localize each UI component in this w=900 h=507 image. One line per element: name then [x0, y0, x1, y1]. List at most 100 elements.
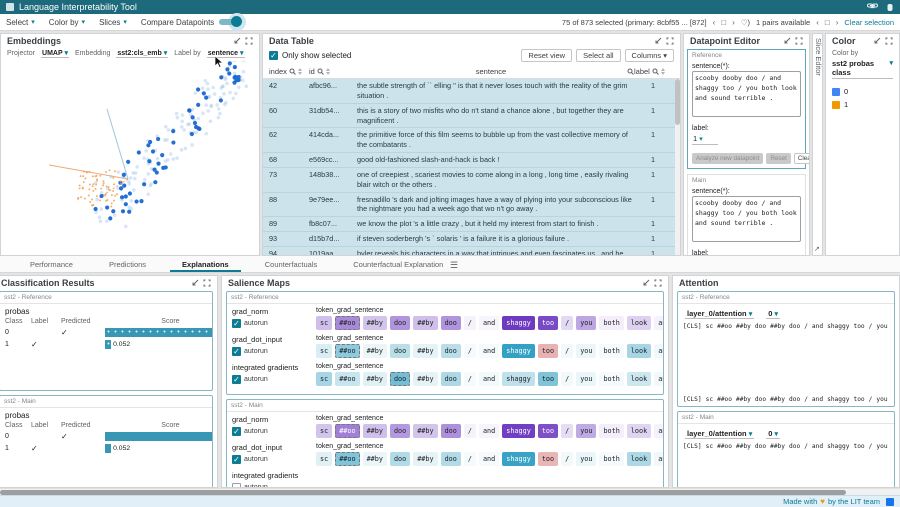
next-pair-icon[interactable]: › [836, 18, 839, 27]
search-icon[interactable] [289, 68, 296, 75]
salience-token[interactable]: you [576, 316, 596, 330]
salience-token[interactable]: and [479, 372, 499, 386]
salience-token[interactable]: look [627, 316, 651, 330]
minimize-icon[interactable] [654, 37, 662, 45]
attention-token[interactable]: doo [755, 443, 766, 450]
table-row[interactable]: 42afbc96...the subtle strength of `` ell… [263, 79, 680, 104]
salience-token[interactable]: doo [441, 372, 461, 386]
attention-token[interactable]: [CLS] [683, 443, 702, 450]
table-row[interactable]: 6031db54...this is a story of two misfit… [263, 104, 680, 129]
table-row[interactable]: 941019aa...byler reveals his characters … [263, 247, 680, 255]
maximize-icon[interactable] [654, 279, 662, 287]
clear-selection-link[interactable]: Clear selection [844, 18, 894, 27]
attention-token[interactable]: / [869, 323, 873, 330]
autorun-checkbox[interactable]: ✓ [232, 375, 241, 384]
autorun-control[interactable]: ✓autorun [232, 375, 316, 384]
minimize-icon[interactable] [642, 279, 650, 287]
autorun-checkbox[interactable]: ✓ [232, 347, 241, 356]
select-all-button[interactable]: Select all [576, 49, 620, 62]
horizontal-scrollbar[interactable] [0, 488, 900, 495]
attention-token[interactable]: doo [789, 323, 800, 330]
embedding-select[interactable]: sst2:cls_emb ▾ [116, 49, 168, 58]
salience-token[interactable]: shaggy [502, 452, 535, 466]
attention-token[interactable]: / [804, 396, 808, 403]
label-by-select[interactable]: sentence ▾ [207, 49, 245, 58]
lit-team-link[interactable]: by the LIT team [828, 497, 880, 506]
salience-token[interactable]: doo [390, 316, 410, 330]
salience-token[interactable]: ##by [413, 344, 437, 358]
slice-editor-collapsed[interactable]: Slice Editor ↗ [812, 33, 823, 256]
salience-token[interactable]: you [576, 372, 596, 386]
column-id[interactable]: id [309, 67, 357, 76]
attention-token[interactable]: shaggy [827, 323, 849, 330]
salience-token[interactable]: both [599, 424, 623, 438]
salience-token[interactable]: you [576, 424, 596, 438]
salience-token[interactable]: shaggy [502, 372, 535, 386]
autorun-checkbox[interactable]: ✓ [232, 319, 241, 328]
pair-icon[interactable]: □ [825, 18, 830, 27]
salience-token[interactable]: / [561, 372, 573, 386]
label-select[interactable]: 1 ▾ [692, 133, 718, 145]
salience-token[interactable]: ##by [413, 424, 437, 438]
next-datapoint-icon[interactable]: › [732, 18, 735, 27]
salience-token[interactable]: both [599, 372, 623, 386]
salience-token[interactable]: both [599, 344, 623, 358]
color-by-menu[interactable]: Color by▾ [49, 18, 85, 27]
layer-select[interactable]: layer_0/attention ▾ [685, 429, 754, 439]
column-label[interactable]: label [634, 67, 672, 76]
sort-icon[interactable] [298, 68, 302, 75]
attention-token[interactable]: too [853, 443, 864, 450]
attention-token[interactable]: ##by [736, 323, 751, 330]
bug-report-icon[interactable] [886, 3, 894, 12]
attention-token[interactable]: [CLS] [683, 396, 702, 403]
minimize-icon[interactable] [873, 37, 881, 45]
salience-token[interactable]: doo [390, 452, 410, 466]
table-scrollbar[interactable] [675, 79, 680, 255]
salience-token[interactable]: ##by [413, 316, 437, 330]
salience-token[interactable]: ##oo [335, 424, 359, 438]
salience-token[interactable]: doo [390, 372, 410, 386]
salience-token[interactable]: both [599, 316, 623, 330]
salience-token[interactable]: / [464, 344, 476, 358]
sentence-textarea[interactable] [692, 71, 801, 117]
salience-token[interactable]: look [627, 344, 651, 358]
salience-token[interactable]: / [561, 424, 573, 438]
attention-token[interactable]: you [876, 396, 887, 403]
prev-datapoint-icon[interactable]: ‹ [713, 18, 716, 27]
tab-counterfactuals[interactable]: Counterfactuals [247, 256, 336, 272]
toggle-switch[interactable] [217, 15, 243, 29]
attention-token[interactable]: doo [755, 396, 766, 403]
salience-token[interactable]: and [654, 424, 664, 438]
attention-token[interactable]: shaggy [827, 396, 849, 403]
minimize-icon[interactable] [233, 37, 241, 45]
maximize-icon[interactable] [795, 37, 803, 45]
salience-token[interactable]: shaggy [502, 344, 535, 358]
tab-explanations[interactable]: Explanations [164, 256, 247, 272]
search-icon[interactable] [317, 68, 324, 75]
attention-token[interactable]: / [869, 443, 873, 450]
salience-token[interactable]: doo [441, 452, 461, 466]
salience-token[interactable]: doo [441, 424, 461, 438]
search-icon[interactable] [627, 68, 634, 75]
salience-token[interactable]: look [627, 424, 651, 438]
autorun-checkbox[interactable]: ✓ [232, 455, 241, 464]
salience-token[interactable]: and [479, 344, 499, 358]
prev-pair-icon[interactable]: ‹ [816, 18, 819, 27]
favorite-icon[interactable]: ♡) [741, 18, 750, 27]
salience-token[interactable]: doo [390, 424, 410, 438]
salience-token[interactable]: sc [316, 316, 332, 330]
salience-token[interactable]: / [464, 452, 476, 466]
salience-token[interactable]: doo [441, 344, 461, 358]
salience-token[interactable]: you [576, 344, 596, 358]
salience-token[interactable]: / [464, 316, 476, 330]
attention-token[interactable]: ##by [770, 443, 785, 450]
column-index[interactable]: index [269, 67, 309, 76]
autorun-control[interactable]: ✓autorun [232, 427, 316, 436]
autorun-control[interactable]: ✓autorun [232, 455, 316, 464]
table-row[interactable]: 73148b38...one of creepiest , scariest m… [263, 168, 680, 193]
salience-token[interactable]: ##oo [335, 344, 359, 358]
sort-icon[interactable] [326, 68, 330, 75]
attention-token[interactable]: sc [706, 396, 713, 403]
salience-token[interactable]: too [538, 344, 558, 358]
attention-token[interactable]: / [804, 443, 808, 450]
